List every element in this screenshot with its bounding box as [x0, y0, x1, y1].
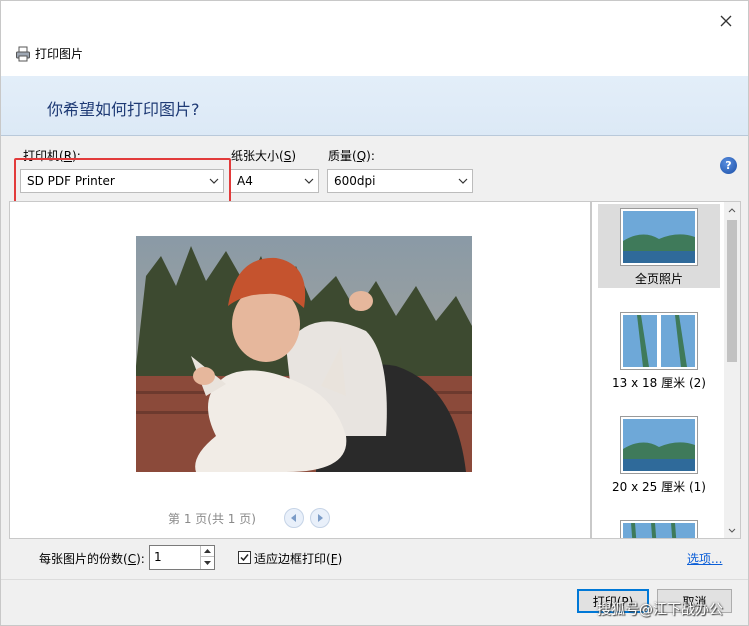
- previous-page-button[interactable]: [283, 508, 304, 528]
- title-area: [1, 1, 748, 76]
- chevron-down-icon: [300, 170, 318, 192]
- quality-select[interactable]: 600dpi: [327, 169, 473, 193]
- watermark-text: 搜狐号@江下战办公: [597, 602, 723, 618]
- fit-to-frame-label[interactable]: 适应边框打印(F): [254, 550, 342, 567]
- layout-list: 全页照片 13 x 18 厘米 (2) 20 x 25 厘米 (1): [591, 201, 741, 539]
- arrow-left-icon: [290, 514, 296, 522]
- preview-photo: [136, 236, 472, 472]
- printer-select[interactable]: SD PDF Printer: [20, 169, 224, 193]
- chevron-down-icon: [454, 170, 472, 192]
- page-question: 你希望如何打印图片?: [47, 100, 200, 119]
- layout-thumbnail: [620, 312, 698, 370]
- dialog-title-text: 打印图片: [35, 47, 84, 61]
- fit-to-frame-checkbox[interactable]: [238, 551, 251, 564]
- options-bar: 每张图片的份数(C): 1 适应边框打印(F) 选项...: [1, 539, 748, 579]
- header-banner: 你希望如何打印图片?: [1, 76, 748, 136]
- printer-icon: [16, 46, 30, 61]
- checkmark-icon: [240, 554, 249, 562]
- increment-icon[interactable]: [201, 546, 214, 557]
- close-icon: [720, 15, 732, 27]
- layout-caption: 20 x 25 厘米 (1): [612, 480, 706, 494]
- next-page-button[interactable]: [309, 508, 330, 528]
- printer-label: 打印机(R):: [23, 149, 81, 163]
- chevron-down-icon: [205, 170, 223, 192]
- print-pictures-dialog: 打印图片 你希望如何打印图片? 打印机(R): 纸张大小(S) 质量(Q): S…: [0, 0, 749, 626]
- scroll-down-icon[interactable]: [724, 522, 740, 538]
- layout-caption: 全页照片: [634, 272, 683, 286]
- layout-20x25[interactable]: 20 x 25 厘米 (1): [598, 412, 720, 498]
- dialog-title: 打印图片: [15, 45, 83, 62]
- copies-value: 1: [154, 550, 162, 564]
- paper-size-value: A4: [237, 174, 253, 188]
- layout-thumbnail: [620, 416, 698, 474]
- page-navigator: 第 1 页(共 1 页): [168, 508, 330, 528]
- close-button[interactable]: [718, 13, 734, 29]
- quality-label: 质量(Q):: [328, 149, 375, 163]
- paper-size-select[interactable]: A4: [230, 169, 319, 193]
- layout-scrollbar[interactable]: [724, 202, 740, 538]
- layout-full-page[interactable]: 全页照片: [598, 204, 720, 288]
- scrollbar-thumb[interactable]: [727, 220, 737, 362]
- page-indicator: 第 1 页(共 1 页): [168, 511, 256, 526]
- options-link[interactable]: 选项...: [687, 550, 722, 567]
- layout-thumbnail: [620, 520, 698, 538]
- scroll-up-icon[interactable]: [724, 202, 740, 218]
- printer-select-value: SD PDF Printer: [27, 174, 115, 188]
- copies-stepper[interactable]: 1: [149, 545, 215, 570]
- layout-more[interactable]: [598, 516, 720, 538]
- arrow-right-icon: [317, 514, 323, 522]
- copies-label: 每张图片的份数(C):: [39, 552, 145, 566]
- stepper-buttons: [200, 546, 214, 569]
- preview-pane: 第 1 页(共 1 页): [9, 201, 591, 539]
- paper-size-label: 纸张大小(S): [231, 149, 296, 163]
- help-icon[interactable]: ?: [720, 157, 737, 174]
- layout-caption: 13 x 18 厘米 (2): [612, 376, 706, 390]
- decrement-icon[interactable]: [201, 557, 214, 568]
- layout-13x18[interactable]: 13 x 18 厘米 (2): [598, 308, 720, 394]
- layout-thumbnail: [620, 208, 698, 266]
- quality-value: 600dpi: [334, 174, 376, 188]
